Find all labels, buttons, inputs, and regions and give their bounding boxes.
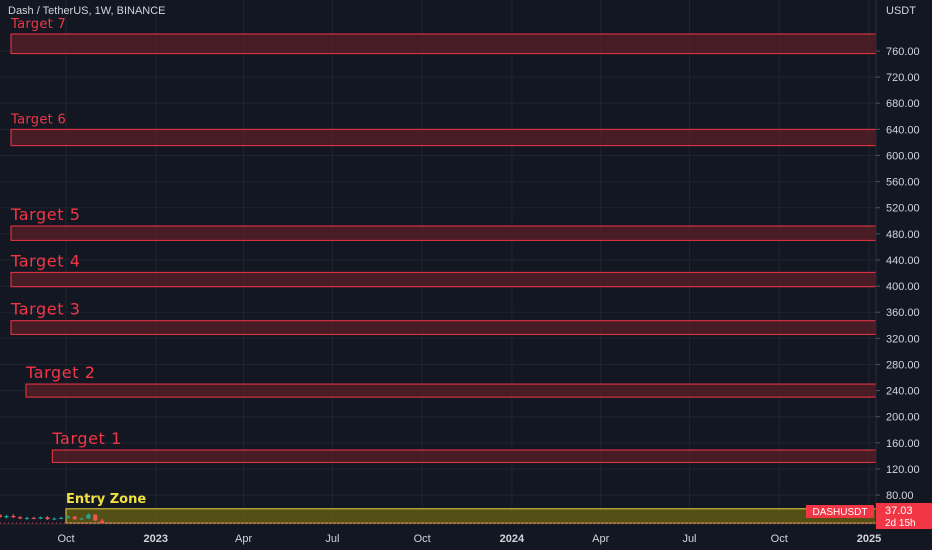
chart-window: Target 7 Target 6 Target 5 Target 4 Target 3… bbox=[0, 0, 932, 550]
price-axis-label: 720.00 bbox=[886, 72, 920, 84]
price-axis-label: 80.00 bbox=[886, 490, 914, 502]
time-axis-label: Jul bbox=[682, 533, 696, 545]
candle-body bbox=[4, 515, 9, 518]
price-axis-label: 640.00 bbox=[886, 124, 920, 136]
price-axis-label: 320.00 bbox=[886, 333, 920, 345]
candle-body bbox=[59, 517, 64, 519]
candle-body bbox=[45, 517, 50, 520]
time-axis-label: Oct bbox=[414, 533, 431, 545]
target-zone-box[interactable] bbox=[10, 33, 881, 55]
candle-body bbox=[93, 514, 98, 521]
price-axis-label: 680.00 bbox=[886, 98, 920, 110]
price-axis-label: 280.00 bbox=[886, 359, 920, 371]
time-axis-background bbox=[0, 524, 932, 550]
candle-body bbox=[18, 517, 23, 519]
time-axis-label: 2025 bbox=[857, 533, 881, 545]
price-axis-unit: USDT bbox=[886, 5, 916, 17]
candle-body bbox=[24, 517, 30, 519]
target-zone-label: Target 6 bbox=[10, 112, 66, 127]
price-axis-label: 120.00 bbox=[886, 464, 920, 476]
target-zone-label: Target 5 bbox=[10, 205, 81, 224]
time-axis-label: Jul bbox=[325, 533, 339, 545]
price-axis-label: 360.00 bbox=[886, 307, 920, 319]
price-axis-label: 600.00 bbox=[886, 150, 920, 162]
candle-body bbox=[0, 514, 2, 518]
time-axis-label: Oct bbox=[771, 533, 788, 545]
zones: Target 7 Target 6 Target 5 Target 4 Target 3… bbox=[0, 17, 881, 524]
target-zone-label: Target 2 bbox=[25, 363, 96, 382]
time-axis-label: Apr bbox=[235, 533, 252, 545]
time-axis-label: 2024 bbox=[500, 533, 525, 545]
time-axis-label: 2023 bbox=[144, 533, 168, 545]
candle-body bbox=[79, 518, 84, 520]
price-axis-label: 200.00 bbox=[886, 412, 920, 424]
candle-body bbox=[100, 520, 105, 524]
time-axis-label: Apr bbox=[592, 533, 609, 545]
time-axis[interactable]: Oct 2023 Apr Jul Oct 2024 Apr Jul Oct 2025 bbox=[0, 523, 932, 550]
candle-body bbox=[65, 516, 71, 518]
symbol-price-tag-label: DASHUSDT bbox=[812, 507, 867, 518]
target-zone-box[interactable] bbox=[51, 449, 881, 463]
target-zone-label: Target 3 bbox=[10, 300, 81, 319]
price-chart[interactable]: Target 7 Target 6 Target 5 Target 4 Target 3… bbox=[0, 0, 932, 550]
bar-countdown: 2d 15h bbox=[885, 518, 916, 529]
target-zone-box[interactable] bbox=[10, 225, 881, 241]
price-axis-label: 240.00 bbox=[886, 386, 920, 398]
target-zone-box[interactable] bbox=[25, 383, 881, 398]
candle-body bbox=[31, 517, 36, 519]
entry-zone-box[interactable] bbox=[65, 508, 881, 524]
target-zone-box[interactable] bbox=[10, 320, 881, 335]
price-axis-label: 480.00 bbox=[886, 229, 920, 241]
target-zone-label: Target 4 bbox=[10, 251, 81, 270]
last-price-value: 37.03 bbox=[885, 505, 913, 517]
target-zone-box[interactable] bbox=[10, 271, 881, 288]
price-axis-label: 400.00 bbox=[886, 281, 920, 293]
price-axis-label: 520.00 bbox=[886, 203, 920, 215]
price-axis-label: 560.00 bbox=[886, 177, 920, 189]
target-zone-box[interactable] bbox=[10, 128, 881, 147]
entry-zone-label: Entry Zone bbox=[66, 492, 146, 507]
target-zone-label: Target 7 bbox=[10, 17, 66, 32]
candle-body bbox=[52, 518, 57, 520]
grid bbox=[0, 0, 876, 524]
price-axis[interactable]: USDT 80.00 120.00 160.00 200.00 240.00 280.00 3… bbox=[875, 0, 932, 550]
candle-body bbox=[11, 515, 16, 518]
price-axis-label: 160.00 bbox=[886, 438, 920, 450]
time-axis-label: Oct bbox=[57, 533, 74, 545]
candle-body bbox=[72, 516, 77, 520]
price-axis-label: 760.00 bbox=[886, 46, 920, 58]
candle-body bbox=[86, 514, 91, 519]
target-zone-label: Target 1 bbox=[51, 429, 122, 448]
price-axis-label: 440.00 bbox=[886, 255, 920, 267]
candle-body bbox=[38, 517, 43, 519]
symbol-title: Dash / TetherUS, 1W, BINANCE bbox=[8, 5, 166, 17]
